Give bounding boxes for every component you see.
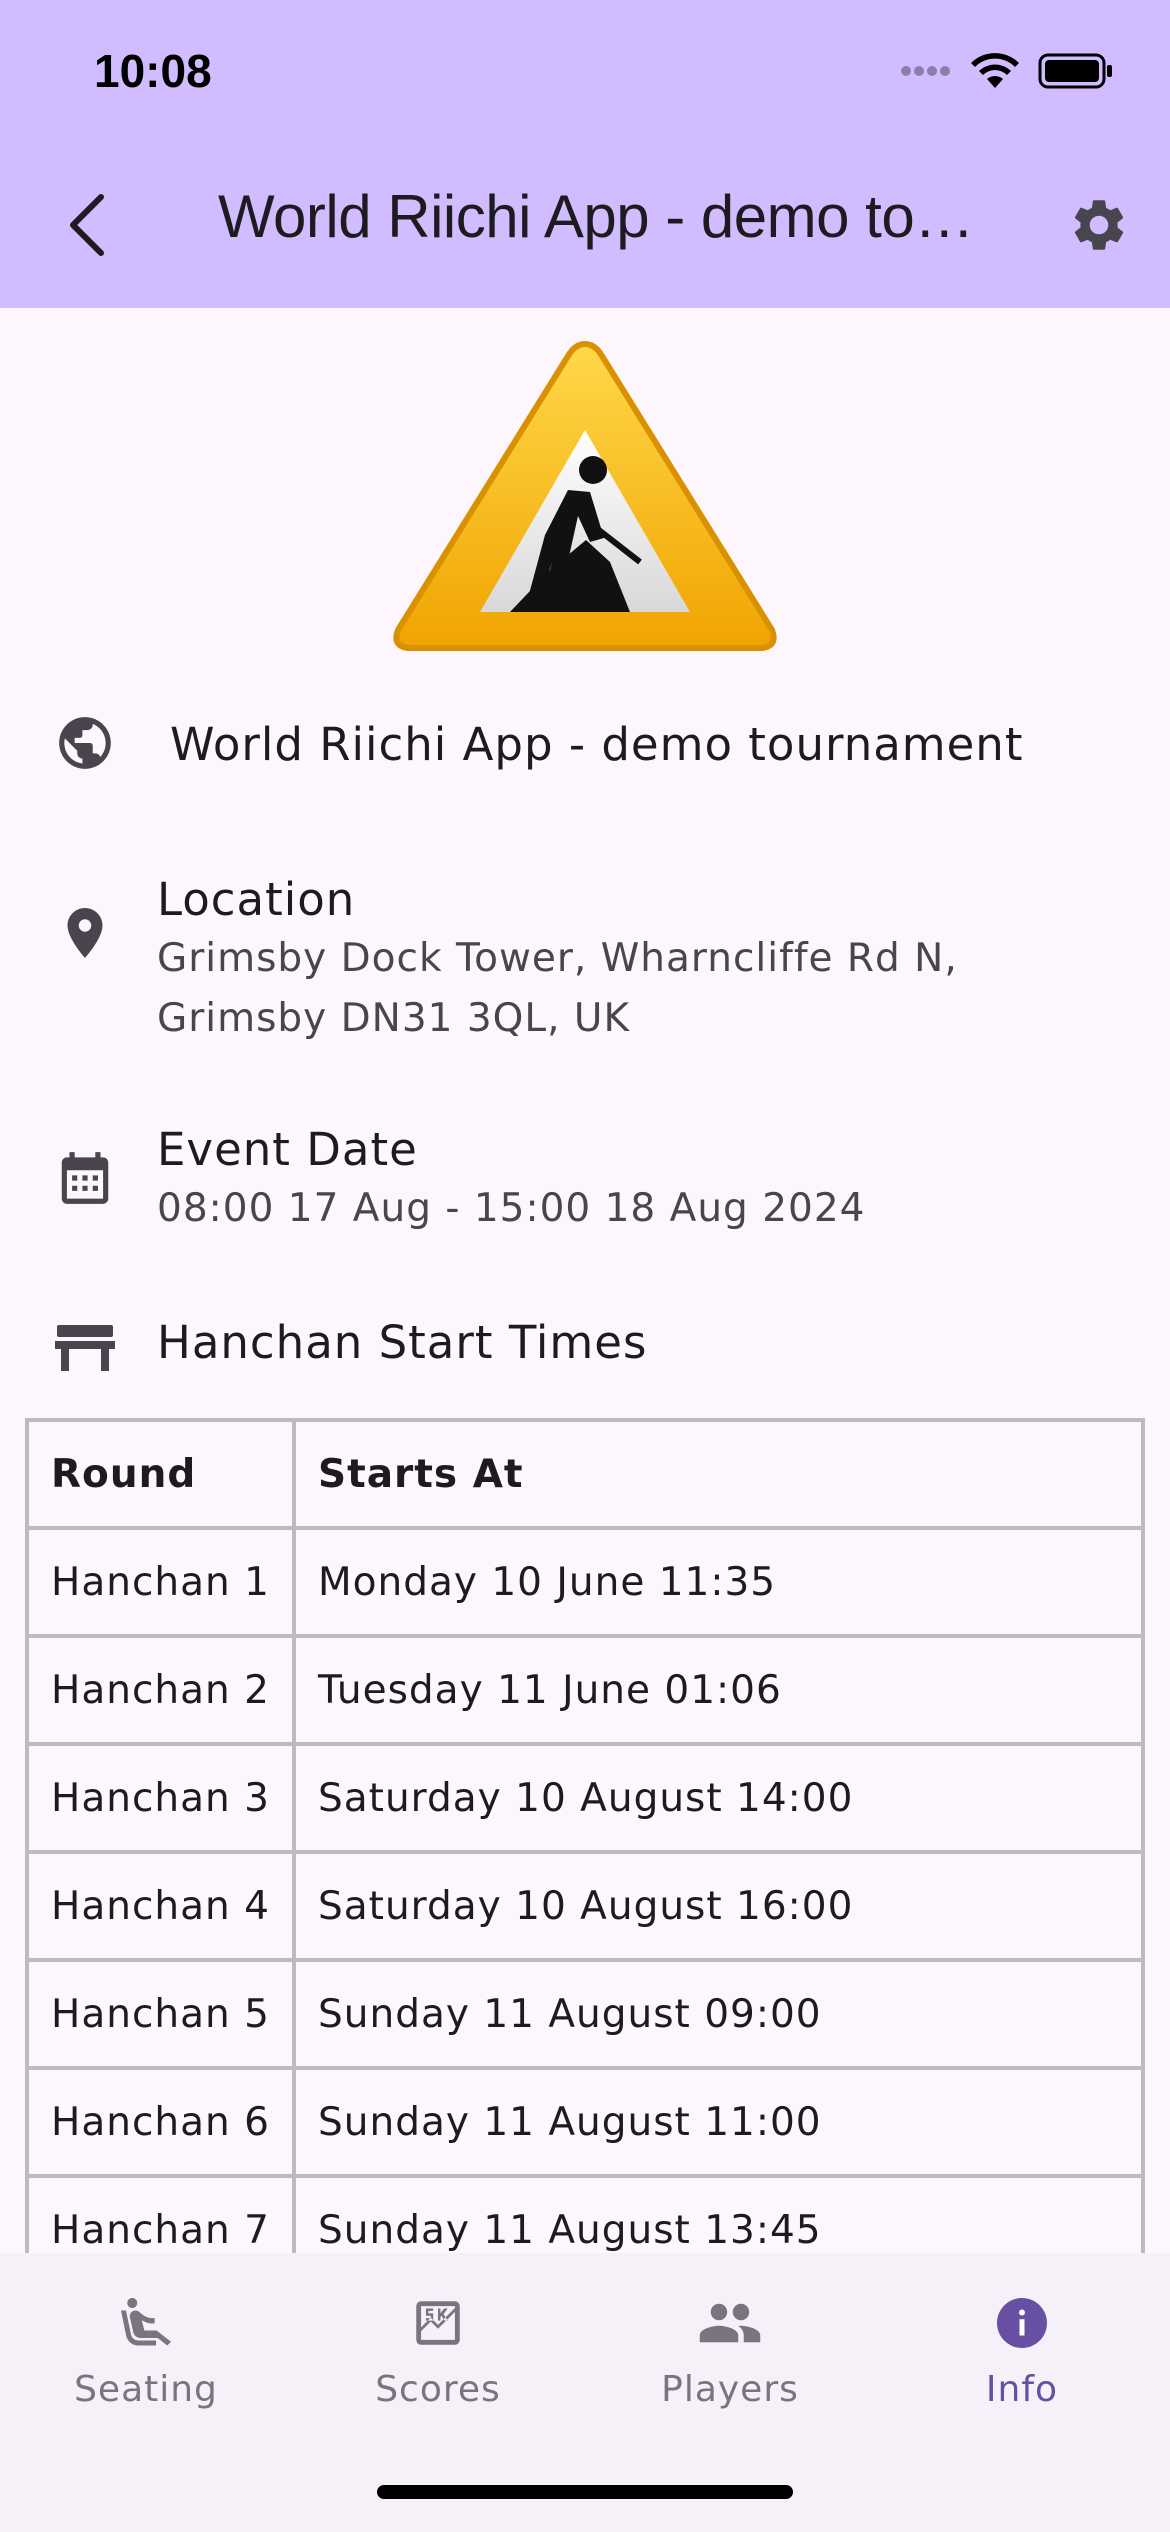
table-row: Hanchan 3 Saturday 10 August 14:00 [25, 1742, 1145, 1854]
start-time-cell: Monday 10 June 11:35 [292, 1526, 1145, 1638]
gear-icon [1074, 200, 1124, 250]
nav-label-players: Players [661, 2369, 799, 2410]
start-time-cell: Sunday 11 August 11:00 [292, 2066, 1145, 2178]
nav-label-scores: Scores [375, 2369, 501, 2410]
round-cell: Hanchan 1 [25, 1526, 296, 1638]
table-header-row: Round Starts At [25, 1418, 1145, 1530]
people-icon [584, 2283, 876, 2363]
round-cell: Hanchan 6 [25, 2066, 296, 2178]
scores-icon [292, 2283, 584, 2363]
nav-item-seating[interactable]: Seating [0, 2283, 292, 2433]
table-row: Hanchan 2 Tuesday 11 June 01:06 [25, 1634, 1145, 1746]
battery-icon [1038, 53, 1112, 89]
column-header-starts-at: Starts At [292, 1418, 1145, 1530]
location-title: Location [157, 873, 356, 926]
nav-item-info[interactable]: Info [876, 2283, 1168, 2433]
event-date-value: 08:00 17 Aug - 15:00 18 Aug 2024 [157, 1186, 866, 1231]
nav-label-info: Info [985, 2369, 1059, 2410]
nav-label-seating: Seating [74, 2369, 218, 2410]
hanchan-title: Hanchan Start Times [157, 1316, 648, 1369]
column-header-round: Round [25, 1418, 296, 1530]
round-cell: Hanchan 2 [25, 1634, 296, 1746]
table-row: Hanchan 5 Sunday 11 August 09:00 [25, 1958, 1145, 2070]
hanchan-table: Round Starts At Hanchan 1 Monday 10 June … [25, 1418, 1145, 2253]
location-pin-icon [50, 898, 120, 968]
table-row: Hanchan 4 Saturday 10 August 16:00 [25, 1850, 1145, 1962]
location-line1: Grimsby Dock Tower, Wharncliffe Rd N, [157, 936, 958, 981]
globe-icon [50, 708, 120, 778]
round-cell: Hanchan 5 [25, 1958, 296, 2070]
table-icon [50, 1312, 120, 1382]
calendar-icon [50, 1143, 120, 1213]
round-cell: Hanchan 7 [25, 2174, 296, 2253]
info-icon [876, 2283, 1168, 2363]
start-time-cell: Sunday 11 August 13:45 [292, 2174, 1145, 2253]
table-row: Hanchan 7 Sunday 11 August 13:45 [25, 2174, 1145, 2253]
chevron-left-icon [70, 194, 104, 256]
seat-icon [0, 2283, 292, 2363]
start-time-cell: Sunday 11 August 09:00 [292, 1958, 1145, 2070]
round-cell: Hanchan 4 [25, 1850, 296, 1962]
back-button[interactable] [52, 185, 122, 265]
app-bar: 10:08 World Riichi App - demo tournament [0, 0, 1170, 308]
start-time-cell: Saturday 10 August 14:00 [292, 1742, 1145, 1854]
signal-icon [901, 66, 950, 76]
tournament-name: World Riichi App - demo tournament [170, 718, 1024, 771]
start-time-cell: Saturday 10 August 16:00 [292, 1850, 1145, 1962]
nav-item-scores[interactable]: Scores [292, 2283, 584, 2433]
status-time: 10:08 [94, 45, 212, 97]
round-cell: Hanchan 3 [25, 1742, 296, 1854]
start-time-cell: Tuesday 11 June 01:06 [292, 1634, 1145, 1746]
status-icons [900, 52, 1114, 90]
page-title: World Riichi App - demo tournament [218, 183, 978, 250]
wifi-icon [971, 53, 1019, 88]
table-row: Hanchan 6 Sunday 11 August 11:00 [25, 2066, 1145, 2178]
settings-button[interactable] [1064, 190, 1134, 260]
location-line2: Grimsby DN31 3QL, UK [157, 996, 631, 1041]
event-date-title: Event Date [157, 1123, 418, 1176]
home-indicator [377, 2485, 793, 2499]
under-construction-icon [393, 340, 777, 651]
table-row: Hanchan 1 Monday 10 June 11:35 [25, 1526, 1145, 1638]
info-content[interactable]: World Riichi App - demo tournament Locat… [0, 308, 1170, 2253]
nav-item-players[interactable]: Players [584, 2283, 876, 2433]
